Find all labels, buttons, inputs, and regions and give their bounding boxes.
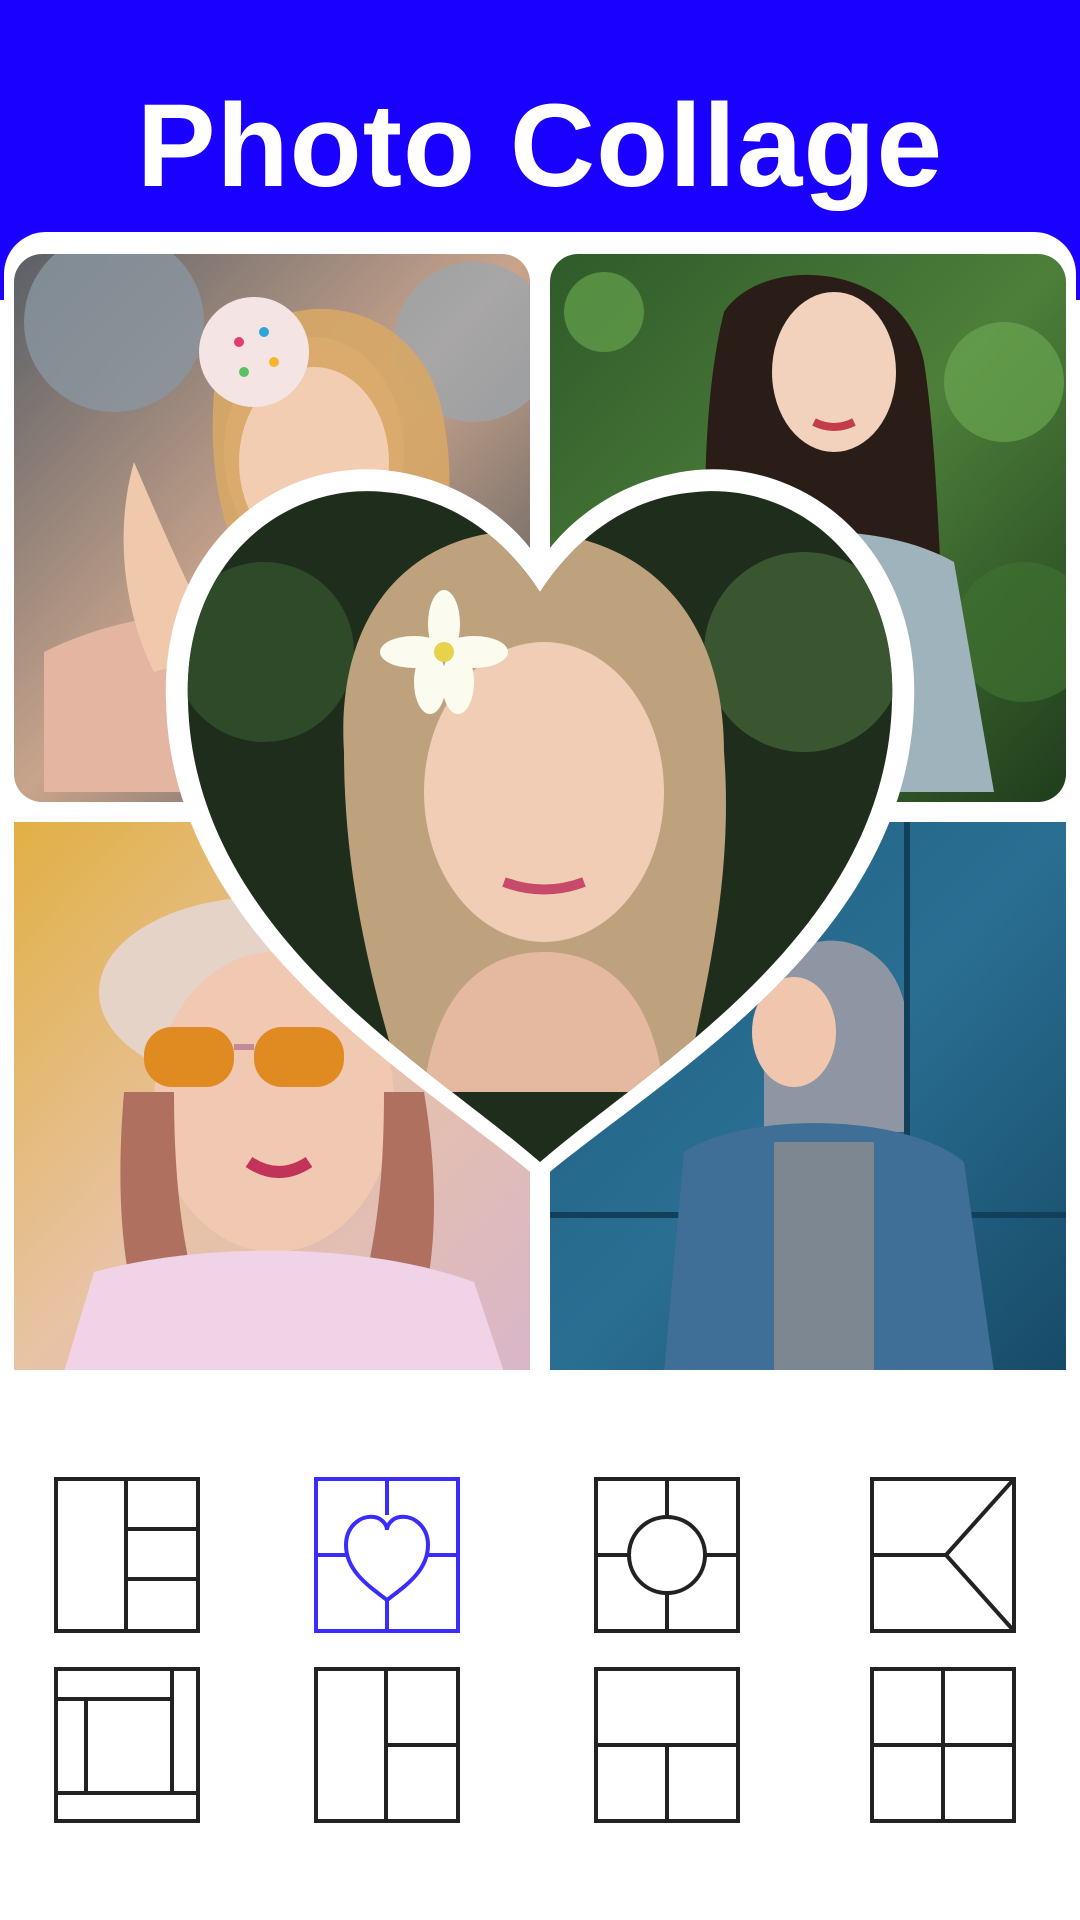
layout-option-left-column-three-right[interactable] [52,1475,202,1635]
collage-canvas [14,254,1066,1370]
layout-option-arrow-split[interactable] [868,1475,1018,1635]
layout-option-heart-center[interactable] [312,1475,462,1635]
layout-option-left-column-two-right[interactable] [312,1665,462,1825]
layout-thumbnail-icon [314,1667,460,1823]
circle-layout-icon [594,1477,740,1633]
layout-thumbnail-icon [594,1667,740,1823]
grid-layout-icon [870,1667,1016,1823]
layout-picker [0,1465,1080,1885]
layout-option-top-wide-two-bottom[interactable] [592,1665,742,1825]
heart-layout-icon [314,1477,460,1633]
layout-option-four-grid[interactable] [868,1665,1018,1825]
layout-thumbnail-icon [54,1477,200,1633]
arrow-layout-icon [870,1477,1016,1633]
layout-option-circle-center[interactable] [592,1475,742,1635]
collage-preview[interactable] [4,232,1076,1392]
spiral-layout-icon [54,1667,200,1823]
page-title: Photo Collage [136,80,944,212]
layout-option-spiral-frames[interactable] [52,1665,202,1825]
